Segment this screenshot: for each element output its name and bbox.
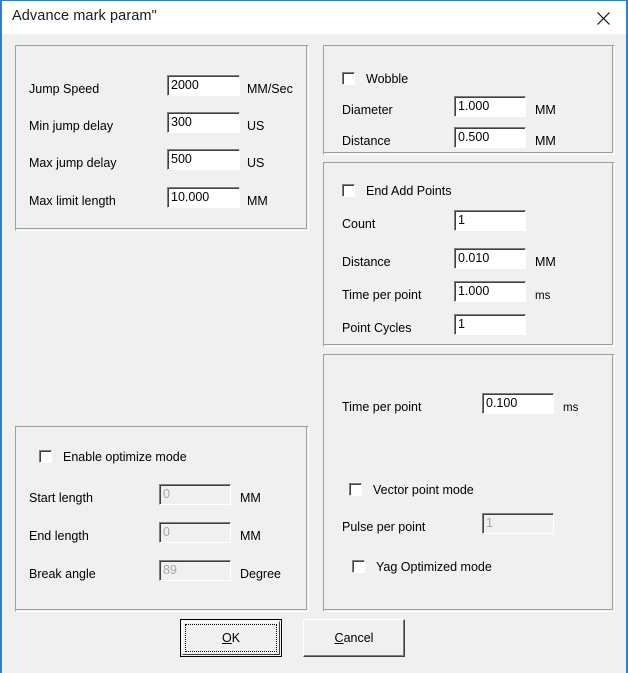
end-add-points-time-per-point-input[interactable]: 1.000	[454, 281, 526, 302]
vector-point-mode-checkbox[interactable]	[349, 483, 362, 496]
window-title: Advance mark param"	[12, 8, 157, 24]
end-add-points-checkbox-label[interactable]: End Add Points	[366, 184, 451, 198]
enable-optimize-mode-checkbox-label[interactable]: Enable optimize mode	[63, 450, 187, 464]
max-jump-delay-unit: US	[247, 156, 265, 170]
max-limit-length-label: Max limit length	[29, 194, 116, 208]
jump-speed-label: Jump Speed	[29, 82, 100, 96]
yag-optimized-mode-checkbox[interactable]	[352, 560, 365, 573]
wobble-distance-unit: MM	[535, 134, 556, 148]
end-add-points-checkbox[interactable]	[342, 184, 355, 197]
break-angle-label: Break angle	[29, 567, 96, 581]
jump-speed-input[interactable]: 2000	[167, 75, 240, 96]
wobble-diameter-input[interactable]: 1.000	[454, 96, 526, 117]
enable-optimize-mode-checkbox[interactable]	[39, 450, 52, 463]
cancel-button-accel: C	[334, 631, 344, 645]
break-angle-input: 89	[159, 560, 231, 581]
optimize-mode-group: Enable optimize mode Start length 0 MM E…	[15, 426, 309, 612]
wobble-distance-label: Distance	[342, 134, 391, 148]
wobble-checkbox[interactable]	[342, 72, 355, 85]
ok-button-label: K	[231, 631, 241, 645]
wobble-group: Wobble Diameter 1.000 MM Distance 0.500 …	[323, 45, 615, 155]
point-cycles-label: Point Cycles	[342, 321, 412, 335]
end-add-points-group: End Add Points Count 1 Distance 0.010 MM…	[323, 162, 615, 347]
point-mode-time-per-point-label: Time per point	[342, 400, 422, 414]
end-add-points-distance-input[interactable]: 0.010	[454, 248, 526, 269]
pulse-per-point-input: 1	[482, 513, 554, 534]
point-mode-group: Time per point 0.100 ms Vector point mod…	[323, 354, 615, 612]
min-jump-delay-unit: US	[247, 119, 265, 133]
wobble-diameter-label: Diameter	[342, 103, 393, 117]
end-add-points-distance-unit: MM	[535, 255, 556, 269]
max-jump-delay-input[interactable]: 500	[167, 149, 240, 170]
end-length-unit: MM	[240, 529, 261, 543]
end-add-points-count-input[interactable]: 1	[454, 210, 526, 231]
pulse-per-point-label: Pulse per point	[342, 520, 426, 534]
cancel-button[interactable]: Cancel	[303, 619, 405, 657]
end-length-label: End length	[29, 529, 89, 543]
dialog-body: Jump Speed 2000 MM/Sec Min jump delay 30…	[2, 34, 626, 673]
start-length-unit: MM	[240, 491, 261, 505]
close-icon[interactable]	[581, 1, 626, 33]
min-jump-delay-input[interactable]: 300	[167, 112, 240, 133]
max-jump-delay-label: Max jump delay	[29, 156, 117, 170]
ok-button-accel: O	[221, 631, 232, 645]
title-bar: Advance mark param"	[2, 1, 626, 34]
dialog-window: Advance mark param" Jump Speed 2000 MM/S…	[0, 0, 628, 673]
end-add-points-count-label: Count	[342, 217, 376, 231]
break-angle-unit: Degree	[240, 567, 281, 581]
point-cycles-input[interactable]: 1	[454, 314, 526, 335]
point-mode-time-per-point-unit: ms	[563, 402, 579, 414]
max-limit-length-input[interactable]: 10.000	[167, 187, 240, 208]
end-add-points-time-per-point-label: Time per point	[342, 288, 422, 302]
end-add-points-time-per-point-unit: ms	[535, 290, 551, 302]
yag-optimized-mode-checkbox-label[interactable]: Yag Optimized mode	[376, 560, 492, 574]
start-length-label: Start length	[29, 491, 93, 505]
jump-parameters-group: Jump Speed 2000 MM/Sec Min jump delay 30…	[15, 45, 309, 231]
end-add-points-distance-label: Distance	[342, 255, 391, 269]
end-length-input: 0	[159, 522, 231, 543]
ok-button[interactable]: OK	[180, 619, 282, 657]
start-length-input: 0	[159, 484, 231, 505]
vector-point-mode-checkbox-label[interactable]: Vector point mode	[373, 483, 474, 497]
point-mode-time-per-point-input[interactable]: 0.100	[482, 393, 554, 414]
cancel-button-label: ancel	[343, 631, 374, 645]
wobble-diameter-unit: MM	[535, 103, 556, 117]
max-limit-length-unit: MM	[247, 194, 268, 208]
min-jump-delay-label: Min jump delay	[29, 119, 114, 133]
wobble-distance-input[interactable]: 0.500	[454, 127, 526, 148]
jump-speed-unit: MM/Sec	[247, 82, 293, 96]
wobble-checkbox-label[interactable]: Wobble	[366, 72, 408, 86]
